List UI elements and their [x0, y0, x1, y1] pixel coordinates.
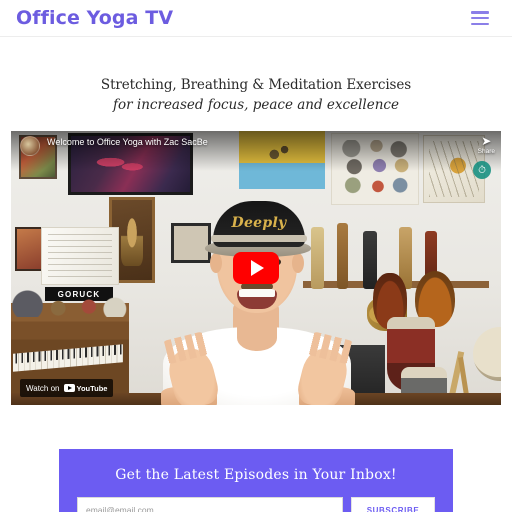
email-input[interactable] [77, 497, 343, 512]
watch-on-label: Watch on [26, 383, 60, 393]
hero-subheadline: for increased focus, peace and excellenc… [113, 97, 399, 114]
youtube-wordmark: YouTube [76, 383, 108, 393]
share-button[interactable]: ➤ Share [478, 135, 495, 155]
watch-on-youtube-button[interactable]: Watch on YouTube [20, 379, 114, 398]
youtube-video-player[interactable]: GORUCK Deeply [11, 131, 501, 406]
hamburger-icon[interactable] [471, 11, 489, 25]
play-button-icon[interactable] [233, 252, 279, 285]
youtube-logo-icon: YouTube [63, 383, 108, 393]
hero-section: Stretching, Breathing & Meditation Exerc… [0, 37, 512, 114]
video-title[interactable]: Welcome to Office Yoga with Zac SacBe [47, 137, 208, 147]
subscribe-button[interactable]: SUBSCRIBE [351, 497, 435, 512]
site-header: Office Yoga TV [0, 0, 512, 37]
newsletter-signup-section: Get the Latest Episodes in Your Inbox! S… [59, 449, 453, 512]
youtube-play-glyph [63, 384, 75, 393]
site-title[interactable]: Office Yoga TV [16, 8, 173, 28]
share-label: Share [477, 148, 495, 156]
newsletter-title: Get the Latest Episodes in Your Inbox! [115, 467, 397, 484]
hamburger-bar [471, 11, 489, 14]
share-icon: ➤ [481, 134, 492, 149]
ear [292, 253, 304, 274]
hero-headline: Stretching, Breathing & Meditation Exerc… [100, 77, 412, 93]
cap-band [211, 235, 307, 243]
fingers [161, 331, 210, 366]
newsletter-form: SUBSCRIBE [77, 497, 435, 512]
fingers [306, 331, 355, 366]
cap-logo-text: Deeply [231, 215, 287, 232]
hamburger-bar [471, 16, 489, 20]
hamburger-bar [471, 22, 489, 25]
